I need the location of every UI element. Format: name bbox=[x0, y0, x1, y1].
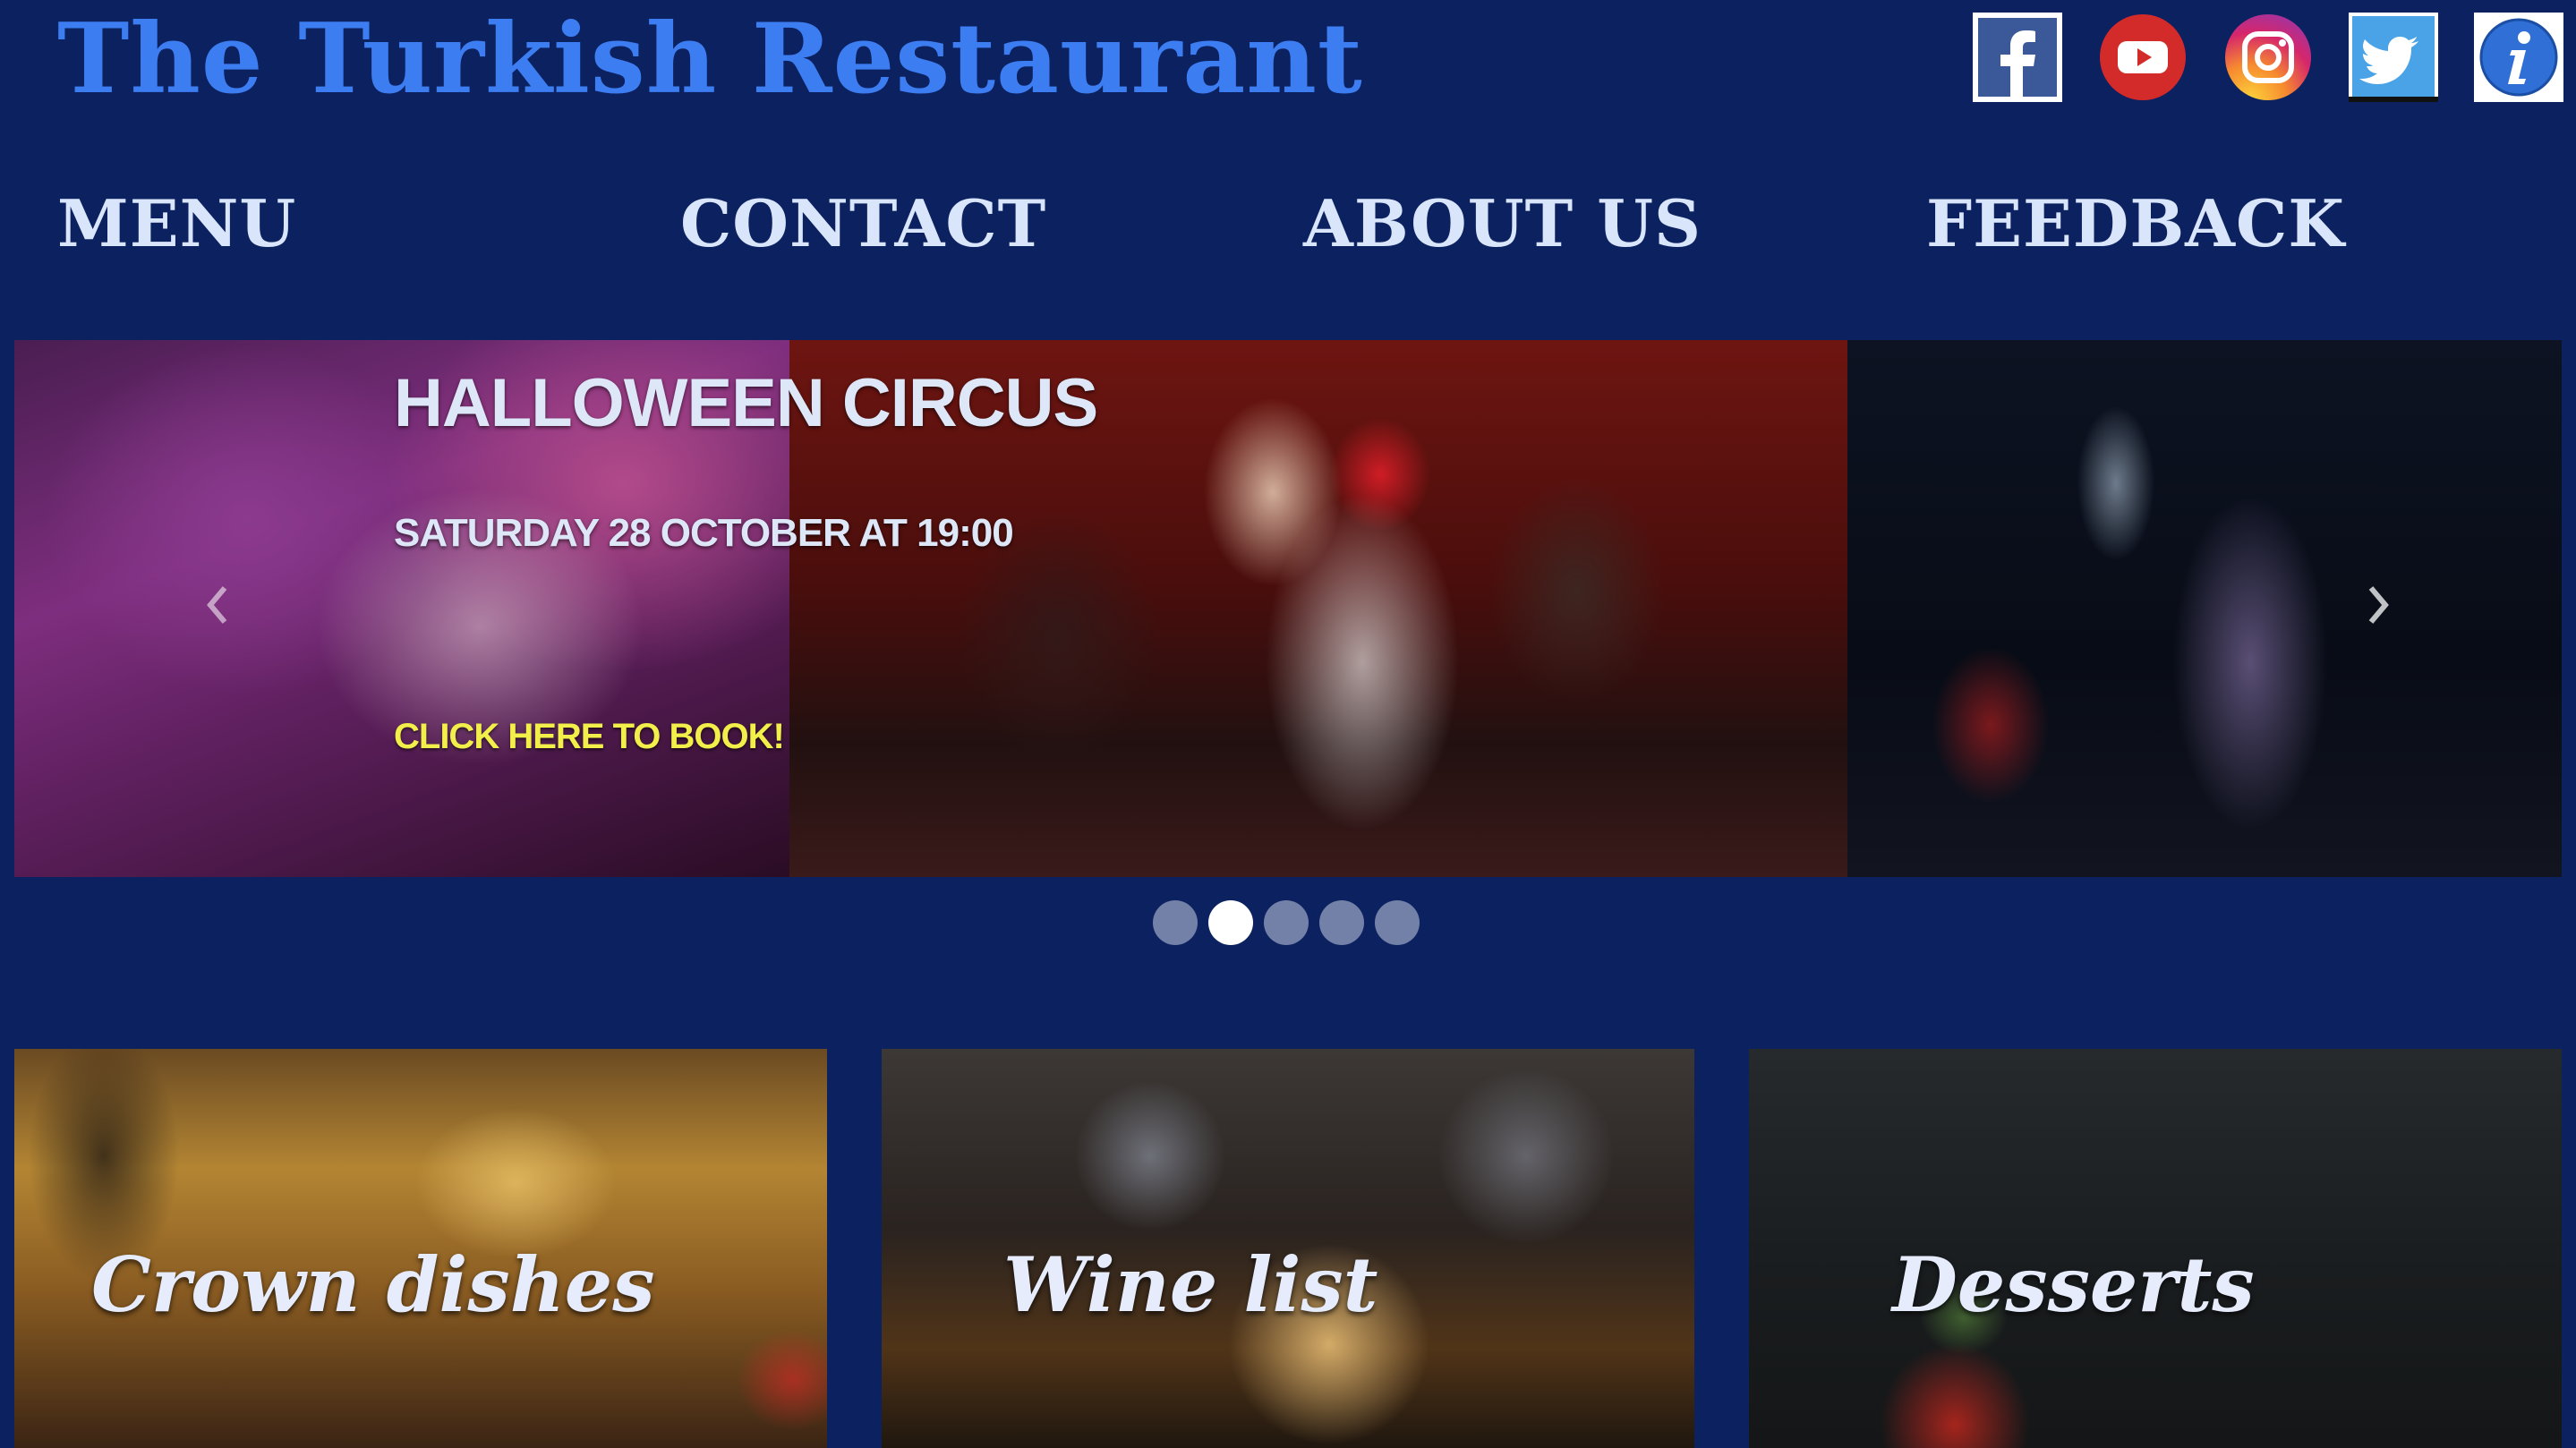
card-label: Desserts bbox=[1892, 1240, 2255, 1329]
slide-image-juggler bbox=[1847, 340, 2562, 877]
carousel-next-button[interactable] bbox=[2352, 569, 2406, 641]
menu-cards: Crown dishes Wine list Desserts bbox=[14, 1049, 2562, 1448]
carousel-indicators bbox=[1153, 900, 1420, 945]
slide-date: SATURDAY 28 OCTOBER AT 19:00 bbox=[394, 511, 1014, 555]
facebook-icon[interactable] bbox=[1973, 13, 2062, 102]
nav-about-us[interactable]: ABOUT US bbox=[1303, 179, 1702, 268]
carousel-dot[interactable] bbox=[1208, 900, 1253, 945]
hero-carousel[interactable]: HALLOWEEN CIRCUS SATURDAY 28 OCTOBER AT … bbox=[14, 340, 2562, 877]
card-desserts[interactable]: Desserts bbox=[1749, 1049, 2562, 1448]
card-label: Wine list bbox=[1003, 1240, 1378, 1329]
carousel-dot[interactable] bbox=[1153, 900, 1198, 945]
book-link[interactable]: CLICK HERE TO BOOK! bbox=[394, 712, 785, 761]
site-title[interactable]: The Turkish Restaurant bbox=[57, 5, 1363, 113]
card-wine-list[interactable]: Wine list bbox=[882, 1049, 1694, 1448]
youtube-icon[interactable] bbox=[2098, 13, 2188, 102]
nav-menu[interactable]: MENU bbox=[57, 179, 296, 268]
main-nav: MENU CONTACT ABOUT US FEEDBACK bbox=[57, 179, 2344, 277]
card-label: Crown dishes bbox=[91, 1240, 655, 1329]
nav-contact[interactable]: CONTACT bbox=[680, 179, 1046, 268]
slide-title: HALLOWEEN CIRCUS bbox=[394, 365, 1098, 441]
carousel-dot[interactable] bbox=[1264, 900, 1309, 945]
chevron-left-icon bbox=[207, 586, 227, 624]
carousel-prev-button[interactable] bbox=[190, 569, 243, 641]
carousel-dot[interactable] bbox=[1319, 900, 1364, 945]
card-crown-dishes[interactable]: Crown dishes bbox=[14, 1049, 827, 1448]
instagram-icon[interactable] bbox=[2223, 13, 2313, 102]
twitter-icon[interactable] bbox=[2349, 13, 2438, 102]
chevron-right-icon bbox=[2368, 586, 2389, 624]
social-links bbox=[1973, 13, 2563, 102]
info-icon[interactable] bbox=[2474, 13, 2563, 102]
nav-feedback[interactable]: FEEDBACK bbox=[1926, 179, 2345, 268]
carousel-dot[interactable] bbox=[1375, 900, 1420, 945]
